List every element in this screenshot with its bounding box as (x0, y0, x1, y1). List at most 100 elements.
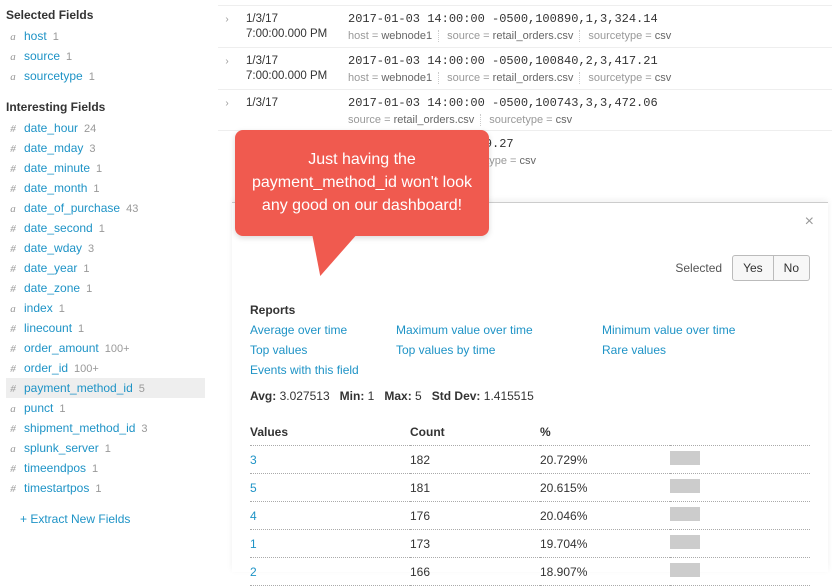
selected-no-button[interactable]: No (774, 255, 810, 281)
event-row: › 1/3/177:00:00.000 PM 2017-01-03 14:00:00… (218, 47, 832, 89)
field-count: 100+ (74, 363, 99, 375)
field-date_mday[interactable]: #date_mday3 (6, 138, 205, 158)
event-meta: host = webnode1source = retail_orders.cs… (348, 72, 832, 84)
field-type-icon: # (8, 383, 18, 395)
field-count: 100+ (105, 343, 130, 355)
field-date_of_purchase[interactable]: adate_of_purchase43 (6, 198, 205, 218)
value-link[interactable]: 4 (250, 509, 257, 523)
value-pct: 18.907% (540, 558, 670, 586)
selected-label: Selected (675, 261, 722, 275)
value-link[interactable]: 5 (250, 481, 257, 495)
field-count: 1 (89, 71, 95, 83)
expand-chevron-icon[interactable]: › (218, 12, 236, 43)
field-payment_method_id[interactable]: #payment_method_id5 (6, 378, 205, 398)
field-name: timestartpos (24, 481, 89, 495)
value-link[interactable]: 2 (250, 565, 257, 579)
field-count: 24 (84, 123, 96, 135)
field-name: linecount (24, 321, 72, 335)
field-date_wday[interactable]: #date_wday3 (6, 238, 205, 258)
value-link[interactable]: 1 (250, 537, 257, 551)
field-date_zone[interactable]: #date_zone1 (6, 278, 205, 298)
value-pct: 20.729% (540, 446, 670, 474)
field-date_second[interactable]: #date_second1 (6, 218, 205, 238)
field-name: date_second (24, 221, 93, 235)
value-link[interactable]: 3 (250, 453, 257, 467)
expand-chevron-icon[interactable]: › (218, 96, 236, 126)
values-table: Values Count % 318220.729%518120.615%417… (250, 421, 810, 586)
reports-header: Reports (250, 303, 810, 317)
field-timeendpos[interactable]: #timeendpos1 (6, 458, 205, 478)
table-row: 417620.046% (250, 502, 810, 530)
field-type-icon: # (8, 143, 18, 155)
value-count: 182 (410, 446, 540, 474)
report-min-over-time[interactable]: Minimum value over time (602, 323, 782, 337)
field-type-icon: a (8, 51, 18, 63)
field-date_month[interactable]: #date_month1 (6, 178, 205, 198)
event-timestamp: 7:00:00.000 PM (246, 0, 338, 1)
report-top-by-time[interactable]: Top values by time (396, 343, 596, 357)
field-count: 1 (96, 163, 102, 175)
event-body: 2017-01-03 14:00:00 -0500,100743,3,3,472… (348, 96, 832, 126)
col-count: Count (410, 421, 540, 446)
field-type-icon: # (8, 363, 18, 375)
col-pct: % (540, 421, 670, 446)
event-body: host = webnode1source = retail_orders.cs… (348, 0, 832, 1)
event-timestamp: 1/3/177:00:00.000 PM (246, 54, 338, 85)
field-order_amount[interactable]: #order_amount100+ (6, 338, 205, 358)
field-sourcetype[interactable]: asourcetype1 (6, 66, 205, 86)
report-rare-values[interactable]: Rare values (602, 343, 782, 357)
event-raw: 2017-01-03 14:00:00 -0500,100743,3,3,472… (348, 96, 832, 110)
field-name: date_mday (24, 141, 83, 155)
field-date_year[interactable]: #date_year1 (6, 258, 205, 278)
extract-new-fields-link[interactable]: + Extract New Fields (6, 498, 205, 526)
report-max-over-time[interactable]: Maximum value over time (396, 323, 596, 337)
field-host[interactable]: ahost1 (6, 26, 205, 46)
field-name: payment_method_id (24, 381, 133, 395)
event-row: › 1/3/17 2017-01-03 14:00:00 -0500,100743,… (218, 89, 832, 130)
expand-chevron-icon[interactable] (218, 0, 236, 1)
field-count: 1 (59, 303, 65, 315)
event-timestamp: 1/3/17 (246, 96, 338, 126)
field-count: 1 (92, 463, 98, 475)
fields-sidebar: Selected Fields ahost1asource1asourcetyp… (0, 0, 205, 575)
field-type-icon: # (8, 123, 18, 135)
field-name: date_minute (24, 161, 90, 175)
field-count: 1 (95, 483, 101, 495)
value-pct: 20.615% (540, 474, 670, 502)
field-order_id[interactable]: #order_id100+ (6, 358, 205, 378)
field-type-icon: # (8, 263, 18, 275)
field-timestartpos[interactable]: # timestartpos 1 (6, 478, 205, 498)
selected-yes-button[interactable]: Yes (732, 255, 774, 281)
field-index[interactable]: aindex1 (6, 298, 205, 318)
field-date_minute[interactable]: #date_minute1 (6, 158, 205, 178)
field-count: 43 (126, 203, 138, 215)
field-type-icon: # (8, 223, 18, 235)
selected-fields-header: Selected Fields (6, 8, 205, 22)
value-count: 173 (410, 530, 540, 558)
report-avg-over-time[interactable]: Average over time (250, 323, 390, 337)
field-source[interactable]: asource1 (6, 46, 205, 66)
field-date_hour[interactable]: #date_hour24 (6, 118, 205, 138)
report-top-values[interactable]: Top values (250, 343, 390, 357)
report-events-with-field[interactable]: Events with this field (250, 363, 390, 377)
expand-chevron-icon[interactable] (218, 137, 236, 167)
field-type-icon: # (8, 483, 18, 495)
event-meta: source = retail_orders.csvsourcetype = c… (348, 114, 832, 126)
value-pct: 20.046% (540, 502, 670, 530)
field-splunk_server[interactable]: asplunk_server1 (6, 438, 205, 458)
field-punct[interactable]: apunct1 (6, 398, 205, 418)
expand-chevron-icon[interactable]: › (218, 54, 236, 85)
field-linecount[interactable]: # linecount 1 (6, 318, 205, 338)
field-name: timeendpos (24, 461, 86, 475)
field-type-icon: # (8, 323, 18, 335)
field-count: 1 (105, 443, 111, 455)
close-icon[interactable]: × (805, 213, 814, 231)
field-type-icon: # (8, 283, 18, 295)
selected-toggle: Yes No (732, 255, 810, 281)
value-count: 181 (410, 474, 540, 502)
field-count: 1 (78, 323, 84, 335)
event-raw: 2017-01-03 14:00:00 -0500,100840,2,3,417… (348, 54, 832, 68)
field-shipment_method_id[interactable]: #shipment_method_id3 (6, 418, 205, 438)
field-type-icon: # (8, 243, 18, 255)
field-count: 1 (86, 283, 92, 295)
